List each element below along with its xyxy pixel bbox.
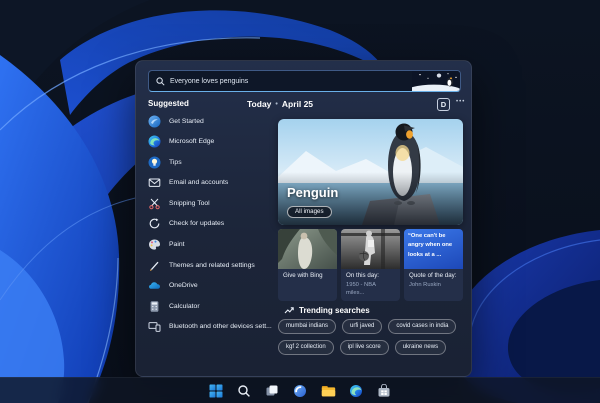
themes-icon bbox=[150, 261, 159, 271]
suggested-item-bluetooth-devices[interactable]: Bluetooth and other devices sett... bbox=[148, 320, 273, 334]
suggested-item-label: Snipping Tool bbox=[169, 199, 210, 207]
edge-button[interactable] bbox=[348, 383, 364, 399]
suggested-item-label: Check for updates bbox=[169, 220, 225, 228]
suggested-item-check-updates[interactable]: Check for updates bbox=[148, 217, 273, 231]
search-icon bbox=[156, 76, 165, 86]
suggested-item-paint[interactable]: Paint bbox=[148, 238, 273, 252]
today-separator: • bbox=[275, 100, 278, 108]
suggested-item-label: Email and accounts bbox=[169, 179, 229, 187]
suggested-item-tips[interactable]: Tips bbox=[148, 155, 273, 169]
suggested-item-snipping-tool[interactable]: Snipping Tool bbox=[148, 196, 273, 210]
suggested-item-label: Get Started bbox=[169, 117, 204, 125]
email-icon bbox=[148, 178, 161, 188]
card-caption: On this day: 1950 - NBA miles... bbox=[341, 269, 400, 301]
hero-image-card[interactable]: Penguin All images bbox=[278, 119, 463, 225]
suggested-item-label: Tips bbox=[169, 158, 182, 166]
profile-badge[interactable]: D bbox=[437, 98, 450, 111]
suggested-item-label: Paint bbox=[169, 241, 185, 249]
widgets-button[interactable] bbox=[292, 383, 308, 399]
more-options-icon[interactable]: ••• bbox=[456, 99, 465, 105]
trending-header-label: Trending searches bbox=[299, 305, 370, 315]
suggested-list: Get Started Microsoft Edge Tips Email an… bbox=[148, 114, 273, 341]
get-started-icon bbox=[148, 115, 161, 127]
card-caption: Quote of the day: John Ruskin bbox=[404, 269, 463, 293]
edge-icon bbox=[148, 135, 161, 148]
store-button[interactable] bbox=[376, 383, 392, 399]
quote-text: “One can't be angry when one looks at a … bbox=[404, 229, 463, 269]
suggested-item-email-accounts[interactable]: Email and accounts bbox=[148, 176, 273, 190]
onedrive-icon bbox=[149, 282, 160, 290]
file-explorer-button[interactable] bbox=[320, 383, 336, 399]
card-quote-of-the-day[interactable]: “One can't be angry when one looks at a … bbox=[404, 229, 463, 301]
suggested-item-get-started[interactable]: Get Started bbox=[148, 114, 273, 128]
card-title: Give with Bing bbox=[283, 272, 323, 279]
task-view-button[interactable] bbox=[264, 383, 280, 399]
bluetooth-devices-icon bbox=[148, 322, 161, 333]
trending-pill[interactable]: kgf 2 collection bbox=[278, 340, 334, 355]
trending-pill[interactable]: ipl live score bbox=[339, 340, 389, 355]
suggested-item-label: Bluetooth and other devices sett... bbox=[169, 323, 272, 331]
today-header: Today • April 25 bbox=[247, 99, 313, 109]
card-title: Quote of the day: bbox=[409, 272, 457, 279]
calculator-icon bbox=[150, 301, 159, 312]
suggested-item-label: Microsoft Edge bbox=[169, 138, 215, 146]
suggested-item-label: Calculator bbox=[169, 302, 200, 310]
search-flyout-panel: Everyone loves penguins Suggested Get St… bbox=[135, 60, 472, 377]
trending-pills: mumbai indians urfi javed covid cases in… bbox=[278, 319, 468, 355]
penguin-night-art bbox=[412, 71, 460, 91]
trending-pill[interactable]: urfi javed bbox=[342, 319, 383, 334]
suggested-item-microsoft-edge[interactable]: Microsoft Edge bbox=[148, 135, 273, 149]
card-subtitle: John Ruskin bbox=[409, 281, 441, 288]
card-subtitle: 1950 - NBA miles... bbox=[346, 281, 376, 296]
search-query-text: Everyone loves penguins bbox=[170, 77, 249, 85]
search-input[interactable]: Everyone loves penguins bbox=[148, 70, 461, 92]
give-with-bing-photo bbox=[278, 229, 337, 269]
today-label: Today bbox=[247, 99, 272, 109]
tips-icon bbox=[148, 156, 161, 169]
taskbar bbox=[0, 377, 600, 403]
suggested-item-calculator[interactable]: Calculator bbox=[148, 299, 273, 313]
taskbar-search-button[interactable] bbox=[236, 383, 252, 399]
trending-pill[interactable]: covid cases in india bbox=[388, 319, 457, 334]
all-images-button[interactable]: All images bbox=[287, 205, 332, 218]
paint-icon bbox=[149, 239, 160, 250]
card-title: On this day: bbox=[346, 272, 380, 279]
update-icon bbox=[149, 218, 160, 229]
card-give-with-bing[interactable]: Give with Bing bbox=[278, 229, 337, 301]
suggested-item-label: Themes and related settings bbox=[169, 261, 255, 269]
suggested-item-themes[interactable]: Themes and related settings bbox=[148, 258, 273, 272]
on-this-day-photo bbox=[341, 229, 400, 269]
suggested-item-label: OneDrive bbox=[169, 282, 198, 290]
snipping-tool-icon bbox=[149, 198, 160, 210]
suggested-header: Suggested bbox=[148, 99, 189, 108]
trending-header: Trending searches bbox=[284, 305, 370, 315]
card-on-this-day[interactable]: On this day: 1950 - NBA miles... bbox=[341, 229, 400, 301]
trending-icon bbox=[284, 307, 294, 314]
trending-pill[interactable]: mumbai indians bbox=[278, 319, 337, 334]
start-button[interactable] bbox=[208, 383, 224, 399]
card-caption: Give with Bing bbox=[278, 269, 337, 285]
hero-title: Penguin bbox=[287, 185, 339, 200]
suggested-item-onedrive[interactable]: OneDrive bbox=[148, 279, 273, 293]
daily-cards-row: Give with Bing On this day: 1950 - NBA m… bbox=[278, 229, 465, 301]
today-date: April 25 bbox=[281, 99, 314, 109]
trending-pill[interactable]: ukraine news bbox=[394, 340, 447, 355]
